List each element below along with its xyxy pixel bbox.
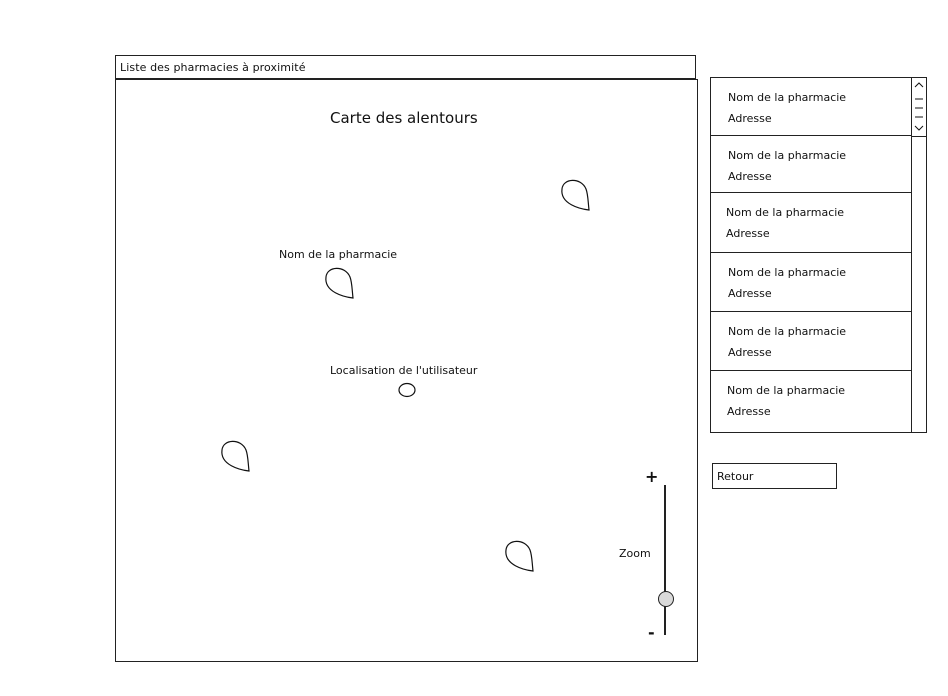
list-item[interactable]: Nom de la pharmacie Adresse [711,78,913,136]
pharmacy-address: Adresse [728,170,772,183]
pharmacy-name: Nom de la pharmacie [726,206,845,219]
list-item[interactable]: Nom de la pharmacie Adresse [711,136,913,193]
list-item[interactable]: Nom de la pharmacie Adresse [711,193,913,253]
pharmacy-address: Adresse [728,112,772,125]
list-scrollbar[interactable] [911,78,926,432]
map-pin-icon[interactable] [218,437,252,477]
zoom-slider-thumb[interactable] [658,591,674,607]
pharmacy-name: Nom de la pharmacie [728,91,847,104]
map-title: Carte des alentours [330,109,478,127]
back-button[interactable]: Retour [712,463,837,489]
page-header: Liste des pharmacies à proximité [115,55,696,79]
pharmacy-name-label: Nom de la pharmacie [279,248,398,261]
map-pin-icon[interactable] [322,264,356,304]
zoom-in-button[interactable]: + [645,467,658,486]
map-pin-icon[interactable] [502,537,536,577]
list-item[interactable]: Nom de la pharmacie Adresse [711,371,913,432]
user-location-icon [398,382,416,398]
user-location-label: Localisation de l'utilisateur [330,364,478,377]
pharmacy-name: Nom de la pharmacie [728,149,847,162]
pharmacy-address: Adresse [728,346,772,359]
list-item[interactable]: Nom de la pharmacie Adresse [711,312,913,371]
list-item[interactable]: Nom de la pharmacie Adresse [711,253,913,312]
chevron-up-icon[interactable] [914,80,924,134]
zoom-out-button[interactable]: - [648,623,655,642]
map-pin-icon[interactable] [558,176,592,216]
zoom-slider-track[interactable] [664,485,666,635]
pharmacy-name: Nom de la pharmacie [727,384,846,397]
map-area[interactable]: Carte des alentours Nom de la pharmacie … [115,79,698,662]
back-button-label: Retour [717,470,754,483]
pharmacy-address: Adresse [726,227,770,240]
scrollbar-thumb[interactable] [912,78,926,137]
pharmacy-list: Nom de la pharmacie Adresse Nom de la ph… [710,77,927,433]
pharmacy-name: Nom de la pharmacie [728,325,847,338]
pharmacy-address: Adresse [728,287,772,300]
pharmacy-address: Adresse [727,405,771,418]
zoom-label: Zoom [619,547,651,560]
page-title: Liste des pharmacies à proximité [120,61,306,74]
pharmacy-name: Nom de la pharmacie [728,266,847,279]
